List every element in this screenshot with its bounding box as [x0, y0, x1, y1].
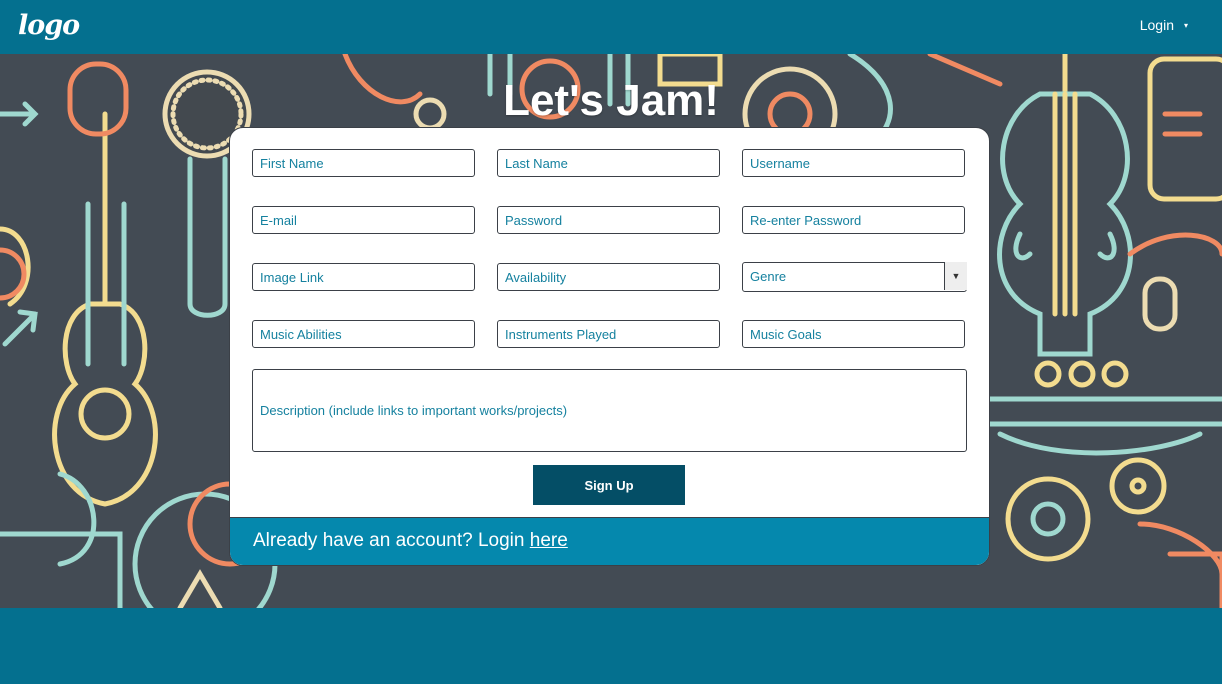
login-dropdown-label: Login	[1139, 17, 1174, 33]
first-name-field[interactable]	[252, 149, 475, 177]
signup-card: Genre ▼ Description (include links to im…	[229, 127, 990, 566]
logo[interactable]: logo	[18, 10, 80, 41]
description-textarea[interactable]: Description (include links to important …	[252, 369, 967, 452]
email-field[interactable]	[252, 206, 475, 234]
top-navbar: logo Login ▾	[0, 0, 1222, 54]
password-field[interactable]	[497, 206, 720, 234]
genre-select-label: Genre	[750, 269, 787, 284]
sign-up-button[interactable]: Sign Up	[533, 465, 685, 505]
genre-select[interactable]: Genre ▼	[742, 262, 967, 292]
login-here-link[interactable]: here	[530, 530, 568, 551]
caret-down-icon: ▾	[1183, 20, 1188, 30]
login-dropdown[interactable]: Login ▾	[1140, 17, 1188, 33]
music-abilities-field[interactable]	[252, 320, 475, 348]
page-title: Let's Jam!	[503, 76, 719, 125]
image-link-field[interactable]	[252, 263, 475, 291]
last-name-field[interactable]	[497, 149, 720, 177]
login-prompt-text: Already have an account? Login	[253, 530, 530, 551]
music-goals-field[interactable]	[742, 320, 965, 348]
bottom-band	[0, 608, 1222, 684]
instruments-played-field[interactable]	[497, 320, 720, 348]
select-arrow-icon[interactable]: ▼	[944, 262, 967, 290]
username-field[interactable]	[742, 149, 965, 177]
login-prompt-bar: Already have an account? Login here	[230, 517, 989, 565]
availability-field[interactable]	[497, 263, 720, 291]
reenter-password-field[interactable]	[742, 206, 965, 234]
description-placeholder: Description (include links to important …	[260, 403, 568, 418]
